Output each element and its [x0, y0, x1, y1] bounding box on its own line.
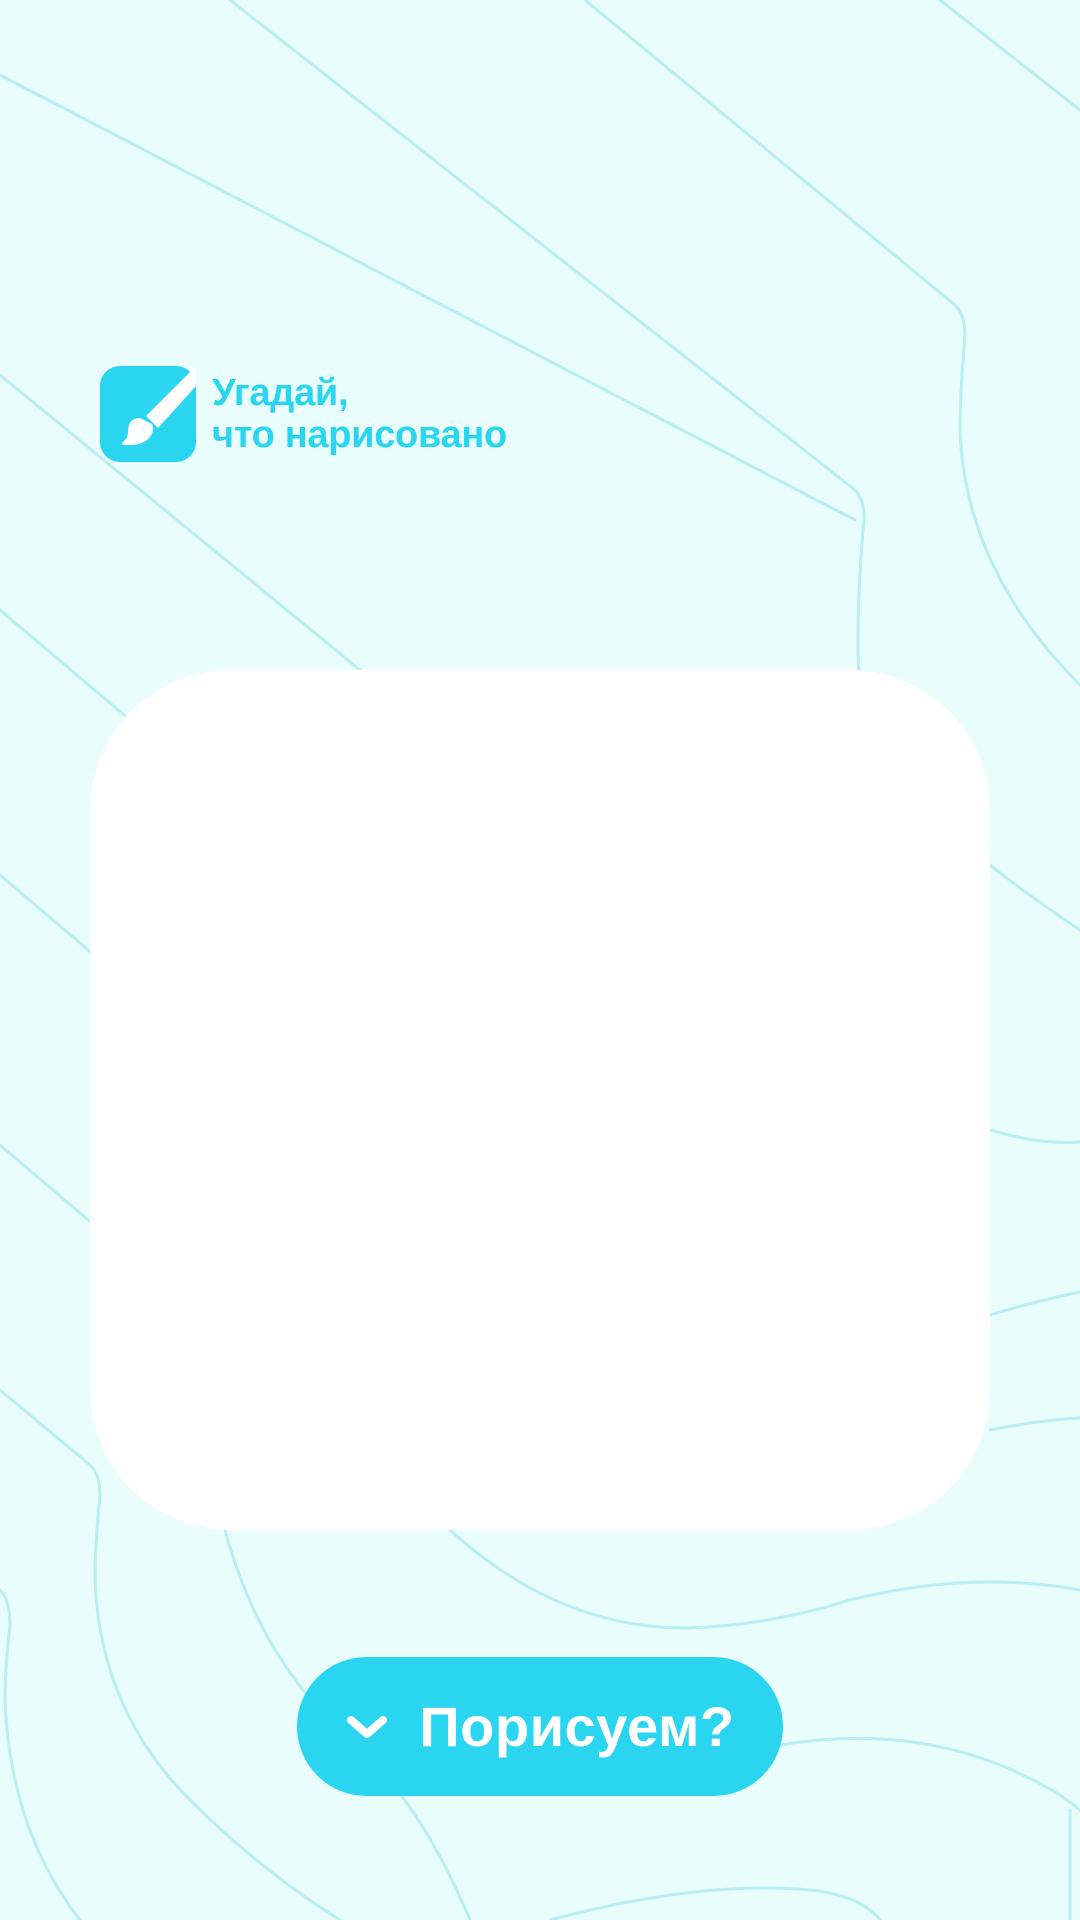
app-title-line1: Угадай,: [212, 372, 349, 414]
app-title: Угадай, что нарисовано: [212, 372, 507, 456]
start-drawing-button[interactable]: Порисуем?: [297, 1657, 783, 1796]
chevron-down-icon: [345, 1712, 389, 1742]
start-drawing-label: Порисуем?: [419, 1695, 735, 1758]
app-logo: Угадай, что нарисовано: [100, 366, 507, 462]
app-title-line2: что нарисовано: [212, 414, 507, 456]
paintbrush-icon: [100, 366, 196, 462]
drawing-canvas[interactable]: [90, 670, 990, 1530]
